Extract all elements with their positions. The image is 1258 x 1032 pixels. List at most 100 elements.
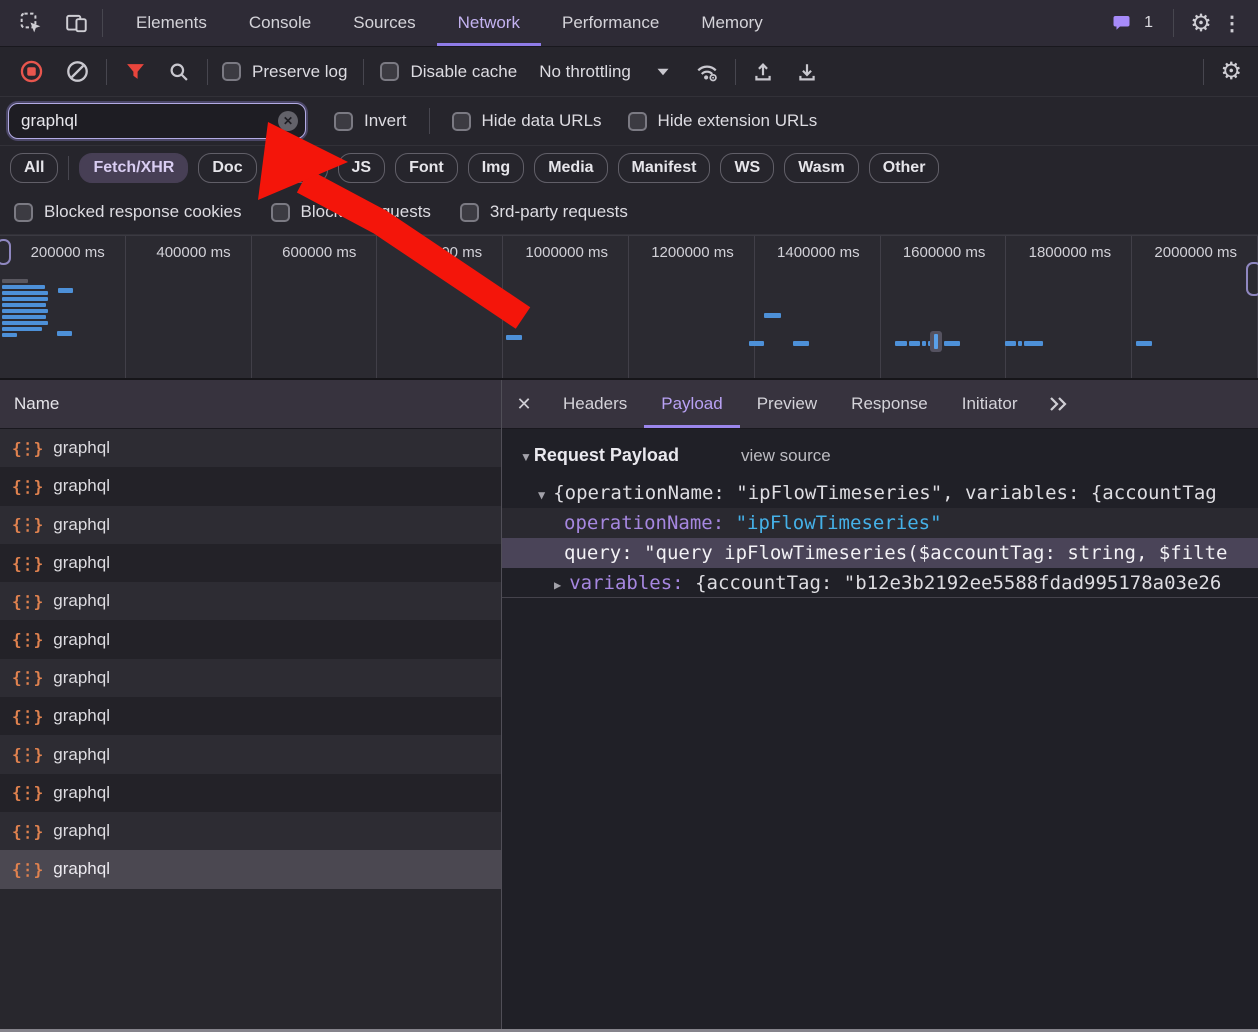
tab-sources[interactable]: Sources bbox=[332, 0, 436, 46]
view-source-link[interactable]: view source bbox=[741, 446, 831, 466]
request-name: graphql bbox=[53, 591, 110, 611]
payload-query-line-highlighted[interactable]: query: "query ipFlowTimeseries($accountT… bbox=[502, 538, 1258, 568]
invert-checkbox[interactable] bbox=[334, 112, 353, 131]
clear-filter-icon[interactable]: ✕ bbox=[278, 111, 298, 131]
blocked-response-cookies-checkbox[interactable] bbox=[14, 203, 33, 222]
filter-chip-media[interactable]: Media bbox=[534, 153, 607, 183]
filter-chip-font[interactable]: Font bbox=[395, 153, 458, 183]
settings-gear-icon[interactable]: ⚙ bbox=[1184, 6, 1218, 40]
tab-label: Sources bbox=[353, 13, 415, 33]
filter-chip-doc[interactable]: Doc bbox=[198, 153, 256, 183]
third-party-requests-checkbox[interactable] bbox=[460, 203, 479, 222]
request-row[interactable]: {⋮}graphql bbox=[0, 774, 501, 812]
waterfall-bar bbox=[2, 279, 28, 283]
request-row[interactable]: {⋮}graphql bbox=[0, 582, 501, 620]
request-row[interactable]: {⋮}graphql bbox=[0, 812, 501, 850]
search-icon[interactable] bbox=[165, 61, 193, 83]
filter-input[interactable] bbox=[8, 103, 306, 139]
devtools-panel-tabs: ElementsConsole Sources NetworkPerformance… bbox=[115, 0, 784, 46]
tree-collapsed-arrow-icon[interactable]: ▶ bbox=[554, 578, 561, 592]
tab-elements[interactable]: Elements bbox=[115, 0, 228, 46]
detail-tab-initiator[interactable]: Initiator bbox=[945, 380, 1035, 428]
chevron-down-icon bbox=[657, 68, 669, 76]
close-detail-icon[interactable]: ✕ bbox=[502, 380, 546, 428]
timeline-right-grip[interactable] bbox=[1246, 262, 1258, 296]
filter-chip-other[interactable]: Other bbox=[869, 153, 940, 183]
tab-console[interactable]: Console bbox=[228, 0, 332, 46]
filter-chip-fetch-xhr[interactable]: Fetch/XHR bbox=[79, 153, 188, 183]
more-tabs-chevron-icon[interactable] bbox=[1034, 380, 1084, 428]
section-expand-arrow-icon[interactable]: ▼ bbox=[520, 450, 532, 464]
request-row[interactable]: {⋮}graphql bbox=[0, 620, 501, 658]
blocked-requests-checkbox[interactable] bbox=[271, 203, 290, 222]
payload-operation-name-line[interactable]: operationName: "ipFlowTimeseries" bbox=[502, 508, 1258, 538]
import-har-upload-icon[interactable] bbox=[748, 61, 778, 83]
request-name: graphql bbox=[53, 476, 110, 496]
preserve-log-checkbox[interactable] bbox=[222, 62, 241, 81]
detail-tab-payload[interactable]: Payload bbox=[644, 380, 739, 428]
tab-network[interactable]: Network bbox=[437, 0, 541, 46]
request-row[interactable]: {⋮}graphql bbox=[0, 697, 501, 735]
waterfall-bar bbox=[764, 313, 781, 318]
network-conditions-icon[interactable] bbox=[691, 61, 723, 83]
device-toolbar-icon[interactable] bbox=[60, 6, 94, 40]
blocked-requests-control: Blocked requests bbox=[271, 202, 431, 222]
blocked-filters-row: Blocked response cookies Blocked request… bbox=[0, 190, 1258, 235]
fetch-xhr-resource-icon: {⋮} bbox=[12, 515, 41, 534]
network-settings-gear-icon[interactable]: ⚙ bbox=[1220, 57, 1242, 86]
export-har-download-icon[interactable] bbox=[792, 61, 822, 83]
request-name: graphql bbox=[53, 553, 110, 573]
invert-control: Invert bbox=[334, 111, 407, 131]
tab-memory[interactable]: Memory bbox=[680, 0, 783, 46]
hide-extension-urls-checkbox[interactable] bbox=[628, 112, 647, 131]
request-name: graphql bbox=[53, 438, 110, 458]
tree-expand-arrow-icon[interactable]: ▼ bbox=[538, 488, 545, 502]
requests-panel: Name {⋮}graphql{⋮}graphql{⋮}graphql{⋮}gr… bbox=[0, 380, 502, 1029]
request-row[interactable]: {⋮}graphql bbox=[0, 544, 501, 582]
hide-extension-urls-control: Hide extension URLs bbox=[628, 111, 818, 131]
name-column-header[interactable]: Name bbox=[0, 380, 501, 429]
toolbar-separator bbox=[429, 108, 430, 134]
request-row[interactable]: {⋮}graphql bbox=[0, 467, 501, 505]
waterfall-bar bbox=[1024, 341, 1043, 346]
preserve-log-label: Preserve log bbox=[252, 62, 347, 82]
timeline-left-grip[interactable] bbox=[0, 239, 11, 265]
request-row[interactable]: {⋮}graphql bbox=[0, 850, 501, 888]
filter-chip-wasm[interactable]: Wasm bbox=[784, 153, 859, 183]
json-value: "query ipFlowTimeseries($accountTag: str… bbox=[644, 542, 1227, 564]
filter-chip-css[interactable]: CSS bbox=[267, 153, 328, 183]
clear-network-log-icon[interactable] bbox=[62, 60, 92, 83]
filter-chip-all[interactable]: All bbox=[10, 153, 58, 183]
hide-data-urls-checkbox[interactable] bbox=[452, 112, 471, 131]
waterfall-bar bbox=[2, 321, 48, 325]
request-row[interactable]: {⋮}graphql bbox=[0, 506, 501, 544]
filter-chip-ws[interactable]: WS bbox=[720, 153, 774, 183]
more-options-dots-icon[interactable]: ⋮ bbox=[1218, 6, 1246, 40]
request-row[interactable]: {⋮}graphql bbox=[0, 659, 501, 697]
fetch-xhr-resource-icon: {⋮} bbox=[12, 668, 41, 687]
record-network-log-icon[interactable] bbox=[16, 60, 46, 83]
detail-tab-response[interactable]: Response bbox=[834, 380, 945, 428]
throttling-select[interactable]: No throttling bbox=[539, 62, 669, 82]
network-overview-timeline[interactable]: 200000 ms400000 ms600000 ms800000 ms1000… bbox=[0, 235, 1258, 380]
detail-tab-preview[interactable]: Preview bbox=[740, 380, 834, 428]
request-row[interactable]: {⋮}graphql bbox=[0, 735, 501, 773]
payload-preview-line[interactable]: ▼{operationName: "ipFlowTimeseries", var… bbox=[502, 478, 1258, 508]
devtools-window: ElementsConsole Sources NetworkPerformance… bbox=[0, 0, 1258, 1032]
toolbar-separator bbox=[207, 59, 208, 85]
disable-cache-checkbox[interactable] bbox=[380, 62, 399, 81]
issues-message-icon[interactable] bbox=[1104, 6, 1138, 40]
throttling-value: No throttling bbox=[539, 62, 631, 82]
tab-performance[interactable]: Performance bbox=[541, 0, 680, 46]
payload-variables-line[interactable]: ▶variables: {accountTag: "b12e3b2192ee55… bbox=[502, 568, 1258, 598]
detail-tab-headers[interactable]: Headers bbox=[546, 380, 644, 428]
json-value: {accountTag: "b12e3b2192ee5588fdad995178… bbox=[695, 572, 1221, 594]
timeline-label: 1400000 ms bbox=[755, 236, 881, 378]
filter-chip-manifest[interactable]: Manifest bbox=[618, 153, 711, 183]
filter-funnel-icon[interactable] bbox=[121, 62, 149, 81]
filter-chip-js[interactable]: JS bbox=[338, 153, 386, 183]
inspect-element-icon[interactable] bbox=[14, 6, 48, 40]
waterfall-bar bbox=[2, 297, 48, 301]
request-row[interactable]: {⋮}graphql bbox=[0, 429, 501, 467]
filter-chip-img[interactable]: Img bbox=[468, 153, 524, 183]
